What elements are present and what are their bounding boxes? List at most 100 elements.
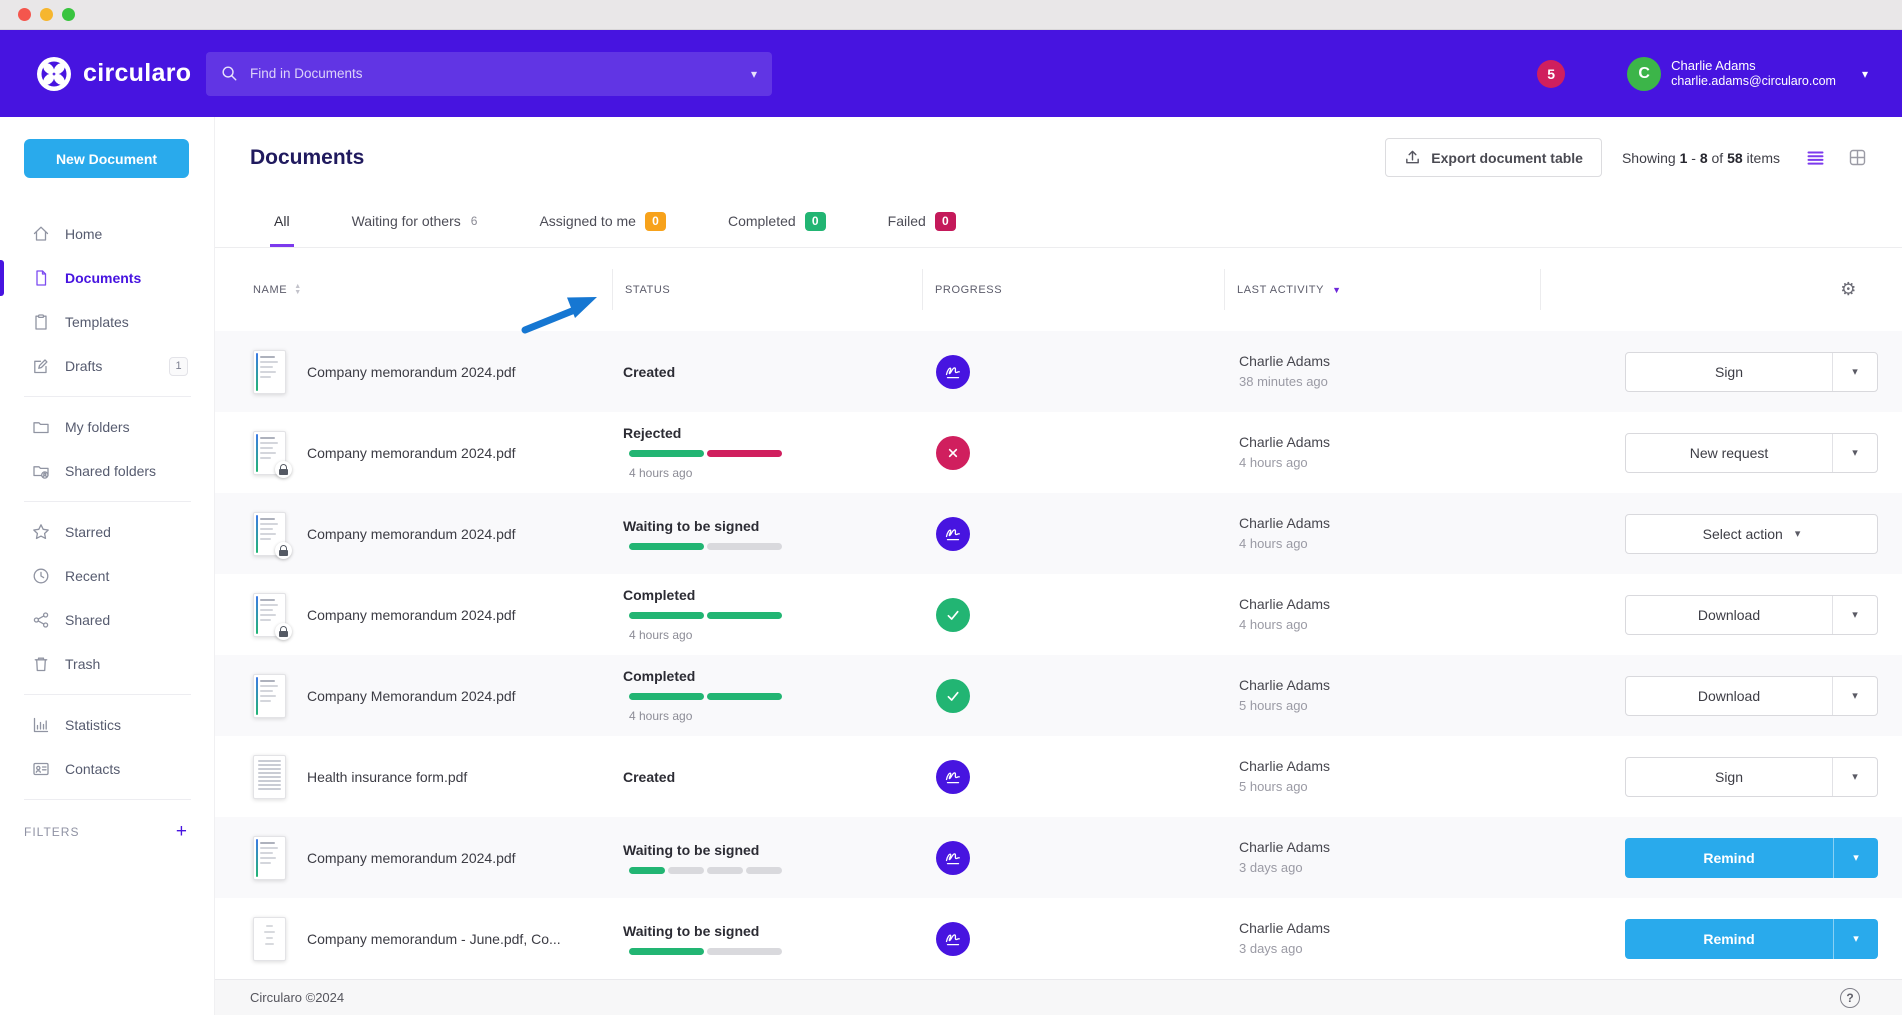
- document-name-cell[interactable]: Company memorandum 2024.pdf: [215, 512, 613, 556]
- sort-icon[interactable]: ▲▼: [294, 284, 302, 295]
- remind-button[interactable]: Remind ▾: [1625, 919, 1878, 959]
- tab-assigned-to-me[interactable]: Assigned to me0: [535, 198, 670, 247]
- document-name: Company memorandum - June.pdf, Co...: [307, 931, 571, 947]
- sidebar-item-starred[interactable]: Starred: [0, 510, 214, 554]
- action-dropdown-toggle[interactable]: ▾: [1832, 596, 1877, 634]
- status-label: Waiting to be signed: [623, 842, 923, 858]
- sidebar-item-recent[interactable]: Recent: [0, 554, 214, 598]
- document-name-cell[interactable]: Company memorandum - June.pdf, Co...: [215, 917, 613, 961]
- action-dropdown-toggle[interactable]: ▾: [1832, 677, 1877, 715]
- action-button-label[interactable]: Sign: [1626, 353, 1832, 391]
- column-header-name[interactable]: NAME▲▼: [215, 248, 613, 331]
- chevron-down-icon: ▾: [1853, 932, 1859, 945]
- document-name-cell[interactable]: Company Memorandum 2024.pdf: [215, 674, 613, 718]
- sidebar-item-shared[interactable]: Shared: [0, 598, 214, 642]
- brand[interactable]: circularo: [0, 56, 206, 92]
- sidebar-item-contacts[interactable]: Contacts: [0, 747, 214, 791]
- sidebar-item-documents[interactable]: Documents: [0, 256, 214, 300]
- activity-time: 4 hours ago: [1239, 536, 1541, 552]
- grid-view-icon[interactable]: [1849, 149, 1866, 166]
- share-icon: [32, 611, 50, 629]
- document-thumbnail-icon: [253, 431, 286, 475]
- sidebar-item-home[interactable]: Home: [0, 212, 214, 256]
- tab-failed[interactable]: Failed0: [884, 198, 960, 247]
- status-cell: Completed4 hours ago: [613, 587, 923, 642]
- column-header-progress: PROGRESS: [923, 248, 1225, 331]
- document-name-cell[interactable]: Company memorandum 2024.pdf: [215, 350, 613, 394]
- download-button[interactable]: Download▾: [1625, 676, 1878, 716]
- document-icon: [32, 269, 50, 287]
- status-time: 4 hours ago: [629, 628, 923, 642]
- select-action-button[interactable]: Select action▾: [1625, 514, 1878, 554]
- sidebar-item-shared-folders[interactable]: Shared folders: [0, 449, 214, 493]
- activity-time: 38 minutes ago: [1239, 374, 1541, 390]
- action-dropdown-toggle[interactable]: ▾: [1832, 434, 1877, 472]
- action-dropdown-toggle[interactable]: ▾: [1832, 353, 1877, 391]
- sort-desc-icon[interactable]: ▼: [1332, 285, 1342, 295]
- user-info[interactable]: Charlie Adams charlie.adams@circularo.co…: [1671, 58, 1836, 90]
- action-button-label[interactable]: Download: [1626, 677, 1832, 715]
- action-dropdown-toggle[interactable]: ▾: [1832, 758, 1877, 796]
- add-filter-button[interactable]: +: [176, 822, 187, 841]
- action-dropdown-toggle[interactable]: ▾: [1833, 919, 1878, 959]
- close-window-button[interactable]: [18, 8, 31, 21]
- page-title: Documents: [250, 146, 364, 170]
- action-button-label[interactable]: New request: [1626, 434, 1832, 472]
- search-bar[interactable]: ▾: [206, 52, 772, 96]
- action-button-label[interactable]: Sign: [1626, 758, 1832, 796]
- avatar[interactable]: C: [1627, 57, 1661, 91]
- status-cell: Completed4 hours ago: [613, 668, 923, 723]
- progress-segment: [629, 948, 704, 955]
- sidebar-item-my-folders[interactable]: My folders: [0, 405, 214, 449]
- document-name-cell[interactable]: Company memorandum 2024.pdf: [215, 593, 613, 637]
- action-button-label[interactable]: Select action▾: [1626, 515, 1877, 553]
- clock-icon: [32, 567, 50, 585]
- column-header-last-activity[interactable]: LAST ACTIVITY▼: [1225, 248, 1541, 331]
- action-button-label[interactable]: Remind: [1625, 919, 1833, 959]
- new-request-button[interactable]: New request▾: [1625, 433, 1878, 473]
- export-document-table-button[interactable]: Export document table: [1385, 138, 1602, 177]
- gear-icon[interactable]: ⚙: [1840, 279, 1857, 300]
- activity-actor: Charlie Adams: [1239, 434, 1541, 452]
- column-settings[interactable]: ⚙: [1541, 248, 1902, 331]
- action-button-label[interactable]: Download: [1626, 596, 1832, 634]
- tab-count: 6: [471, 214, 478, 228]
- download-button[interactable]: Download▾: [1625, 595, 1878, 635]
- activity-time: 4 hours ago: [1239, 455, 1541, 471]
- tab-count-badge: 0: [805, 212, 826, 231]
- document-name-cell[interactable]: Company memorandum 2024.pdf: [215, 431, 613, 475]
- sidebar-item-templates[interactable]: Templates: [0, 300, 214, 344]
- action-button-label[interactable]: Remind: [1625, 838, 1833, 878]
- signature-status-icon: [936, 841, 970, 875]
- activity-time: 3 days ago: [1239, 860, 1541, 876]
- tab-completed[interactable]: Completed0: [724, 198, 830, 247]
- sidebar-item-statistics[interactable]: Statistics: [0, 703, 214, 747]
- sign-button[interactable]: Sign▾: [1625, 757, 1878, 797]
- minimize-window-button[interactable]: [40, 8, 53, 21]
- progress-segment: [629, 450, 704, 457]
- tab-waiting-for-others[interactable]: Waiting for others6: [348, 198, 482, 247]
- list-view-icon[interactable]: [1806, 149, 1825, 167]
- notification-badge[interactable]: 5: [1537, 60, 1565, 88]
- sidebar-item-label: Statistics: [65, 717, 121, 733]
- search-scope-dropdown-icon[interactable]: ▾: [751, 67, 757, 81]
- sign-button[interactable]: Sign▾: [1625, 352, 1878, 392]
- document-name: Company memorandum 2024.pdf: [307, 526, 526, 542]
- sidebar-divider: [24, 501, 191, 502]
- search-input[interactable]: [250, 66, 751, 81]
- document-thumbnail-icon: [253, 512, 286, 556]
- sidebar-item-trash[interactable]: Trash: [0, 642, 214, 686]
- maximize-window-button[interactable]: [62, 8, 75, 21]
- user-menu-chevron-icon[interactable]: ▾: [1862, 67, 1868, 81]
- new-document-button[interactable]: New Document: [24, 139, 189, 178]
- remind-button[interactable]: Remind▾: [1625, 838, 1878, 878]
- sidebar: New Document Home Documents TemplatesDraft…: [0, 117, 215, 1015]
- tab-all[interactable]: All: [270, 198, 294, 247]
- sidebar-item-label: Documents: [65, 270, 141, 286]
- document-name-cell[interactable]: Health insurance form.pdf: [215, 755, 613, 799]
- help-button[interactable]: ?: [1840, 988, 1860, 1008]
- sidebar-item-drafts[interactable]: Drafts1: [0, 344, 214, 388]
- completed-check-icon: [936, 679, 970, 713]
- action-dropdown-toggle[interactable]: ▾: [1833, 838, 1878, 878]
- document-name-cell[interactable]: Company memorandum 2024.pdf: [215, 836, 613, 880]
